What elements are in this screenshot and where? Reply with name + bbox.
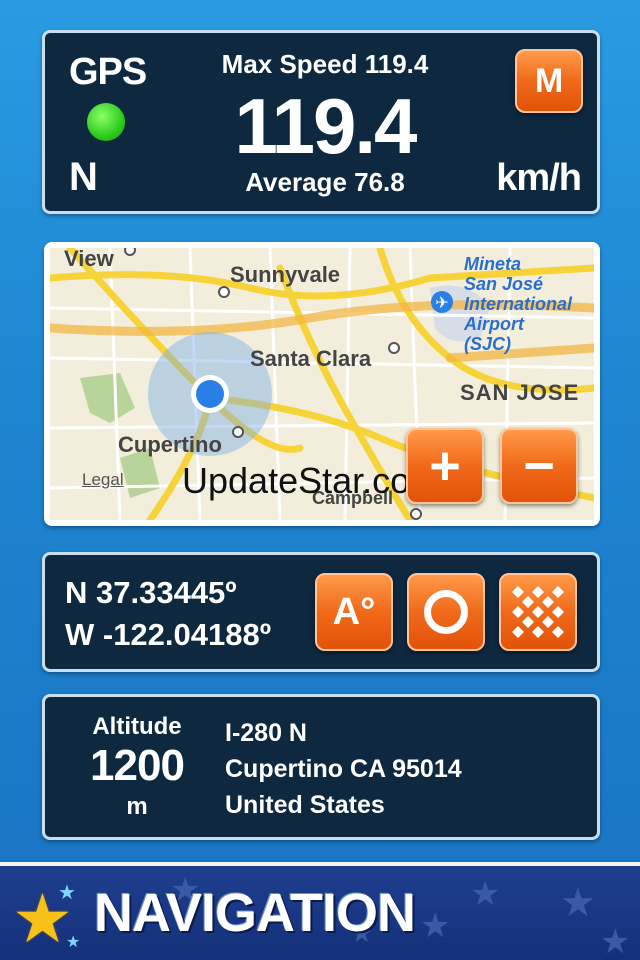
map-type-button[interactable] xyxy=(499,573,577,651)
mode-button[interactable]: M xyxy=(515,49,583,113)
map-label-san-jose: SAN JOSE xyxy=(460,380,580,405)
record-button[interactable] xyxy=(407,573,485,651)
zoom-out-button[interactable]: − xyxy=(500,428,578,504)
speed-unit: km/h xyxy=(496,157,582,199)
address-country: United States xyxy=(225,791,385,819)
address-city: Cupertino CA 95014 xyxy=(225,755,462,783)
address-street: I-280 N xyxy=(225,719,307,747)
zoom-in-button[interactable]: + xyxy=(406,428,484,504)
altitude-value: 1200 xyxy=(90,741,185,790)
airport-line-4: Airport xyxy=(464,314,524,334)
coordinates-panel: N 37.33445º W -122.04188º A° xyxy=(42,552,600,672)
heading-direction: N xyxy=(69,155,98,199)
max-speed: Max Speed 119.4 xyxy=(221,49,429,79)
map-label-sunnyvale: Sunnyvale xyxy=(230,262,341,287)
background-star-icon: ★ xyxy=(470,875,501,913)
address-panel: Altitude 1200 m I-280 N Cupertino CA 950… xyxy=(42,694,600,840)
gps-status-indicator xyxy=(87,103,125,141)
map-label-cupertino: Cupertino xyxy=(118,432,222,457)
speed-panel: GPS N Max Speed 119.4 119.4 Average 76.8… xyxy=(42,30,600,214)
airport-line-5: (SJC) xyxy=(464,334,512,354)
map-label-view: View xyxy=(64,246,114,271)
map-panel[interactable]: ✈ View Sunnyvale Santa Clara SAN JOSE Cu… xyxy=(44,242,600,526)
average-speed: Average 76.8 xyxy=(245,167,405,197)
map-label-santa-clara: Santa Clara xyxy=(250,346,372,371)
airport-line-1: Mineta xyxy=(464,254,522,274)
background-star-icon: ★ xyxy=(560,881,596,925)
watermark: UpdateStar.com xyxy=(182,460,441,501)
altitude-button[interactable]: A° xyxy=(315,573,393,651)
map-label-airport: Mineta San José International Airport (S… xyxy=(464,254,572,354)
small-star-icon: ★ xyxy=(66,934,81,951)
longitude: W -122.04188º xyxy=(65,617,272,652)
background-star-icon: ★ xyxy=(420,907,451,945)
background-star-icon: ★ xyxy=(600,923,631,960)
circle-icon xyxy=(424,590,468,634)
small-star-icon: ★ xyxy=(58,882,76,904)
grid-icon xyxy=(512,586,564,638)
svg-text:✈: ✈ xyxy=(435,293,448,312)
legal-link[interactable]: Legal xyxy=(82,470,124,490)
gps-label: GPS xyxy=(69,51,147,93)
latitude: N 37.33445º xyxy=(65,575,237,610)
airport-line-3: International xyxy=(464,294,573,314)
app-title: NAVIGATION xyxy=(94,883,416,943)
altitude-unit: m xyxy=(126,793,148,820)
navigation-banner[interactable]: ★ ★ ★ ★ ★ ★ ★ ★ ★ NAVIGATION xyxy=(0,862,640,960)
current-speed: 119.4 xyxy=(234,82,418,170)
airport-line-2: San José xyxy=(464,274,544,294)
altitude-label: Altitude xyxy=(92,713,182,740)
